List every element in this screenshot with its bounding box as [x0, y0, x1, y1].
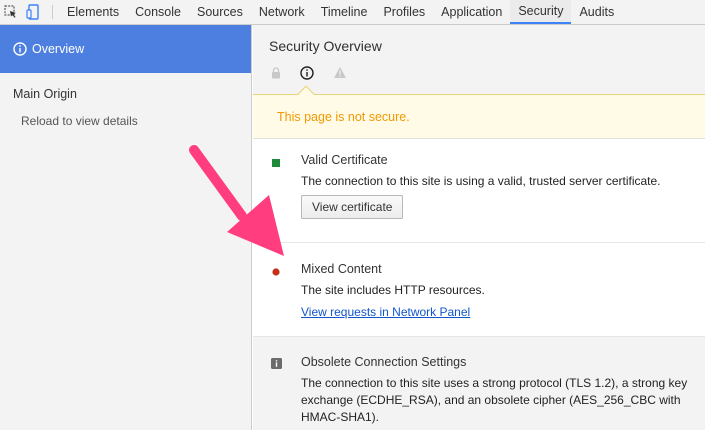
explanation-obsolete-connection: Obsolete Connection Settings The connect…	[253, 337, 705, 430]
explanation-description: The connection to this site uses a stron…	[301, 376, 688, 424]
info-status-icon	[271, 358, 282, 372]
explanation-mixed-content: Mixed Content The site includes HTTP res…	[253, 243, 705, 337]
insecure-status-icon	[272, 265, 280, 279]
info-icon	[13, 42, 27, 56]
toolbar-divider	[52, 5, 53, 19]
page-title: Security Overview	[269, 38, 382, 54]
sidebar-reload-hint: Reload to view details	[21, 114, 138, 128]
tab-console[interactable]: Console	[127, 0, 189, 24]
security-main-panel: Security Overview This page is not secur	[253, 25, 705, 430]
secure-status-icon	[272, 156, 280, 170]
tab-sources[interactable]: Sources	[189, 0, 251, 24]
tab-timeline[interactable]: Timeline	[313, 0, 376, 24]
tab-audits[interactable]: Audits	[571, 0, 622, 24]
info-icon	[300, 66, 314, 83]
security-sidebar: Overview Main Origin Reload to view deta…	[0, 25, 252, 430]
lock-icon	[271, 67, 281, 82]
explanation-description: The site includes HTTP resources.	[301, 283, 485, 297]
tab-profiles[interactable]: Profiles	[375, 0, 433, 24]
security-summary-banner: This page is not secure.	[253, 95, 705, 139]
tab-security[interactable]: Security	[510, 0, 572, 24]
sidebar-heading-main-origin: Main Origin	[13, 87, 77, 101]
explanation-title: Obsolete Connection Settings	[301, 355, 467, 369]
explanation-valid-certificate: Valid Certificate The connection to this…	[253, 139, 705, 243]
view-certificate-button[interactable]: View certificate	[301, 195, 404, 219]
sidebar-item-label: Overview	[32, 42, 85, 56]
tab-elements[interactable]: Elements	[59, 0, 127, 24]
explanation-description: The connection to this site is using a v…	[301, 174, 661, 188]
tab-application[interactable]: Application	[433, 0, 510, 24]
overview-header: Security Overview	[253, 25, 705, 103]
panel-tabs: Elements Console Sources Network Timelin…	[59, 0, 622, 24]
view-network-requests-link[interactable]: View requests in Network Panel	[301, 305, 470, 319]
inspect-element-icon[interactable]	[0, 0, 22, 24]
device-mode-icon[interactable]	[22, 0, 44, 24]
explanation-title: Valid Certificate	[301, 153, 388, 167]
sidebar-item-overview[interactable]: Overview	[0, 25, 251, 73]
warning-icon	[333, 66, 347, 82]
explanation-title: Mixed Content	[301, 262, 382, 276]
devtools-toolbar: Elements Console Sources Network Timelin…	[0, 0, 705, 25]
tab-network[interactable]: Network	[251, 0, 313, 24]
banner-text: This page is not secure.	[277, 109, 410, 124]
